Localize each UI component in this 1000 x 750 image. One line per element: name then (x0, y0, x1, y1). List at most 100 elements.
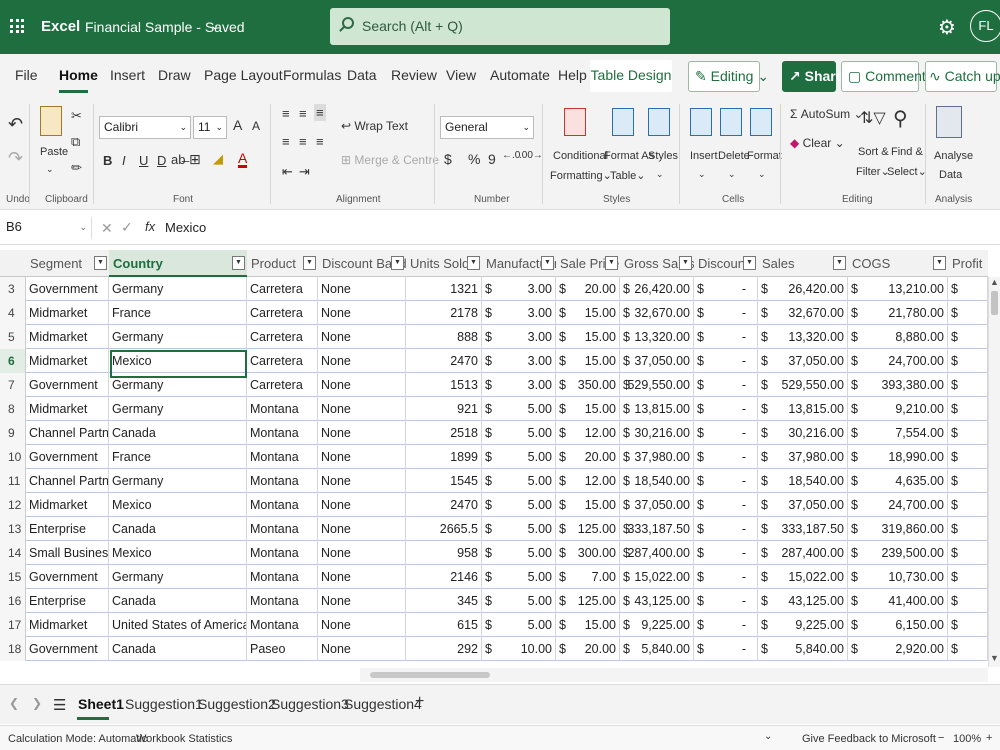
cell-disc[interactable]: $ - (694, 517, 758, 541)
cancel-icon[interactable]: ✕ (101, 220, 113, 237)
wrap-text-button[interactable]: ↩ Wrap Text (341, 119, 408, 133)
cell-product[interactable]: Carretera (247, 373, 318, 397)
scroll-up-icon[interactable]: ▲ (990, 277, 999, 287)
cell-band[interactable]: None (318, 493, 406, 517)
column-header-country[interactable]: Country (109, 250, 247, 277)
decrease-indent-icon[interactable]: ⇤ (282, 164, 293, 180)
cell-price[interactable]: $15.00 (556, 493, 620, 517)
cell-product[interactable]: Montana (247, 517, 318, 541)
cell-disc[interactable]: $ - (694, 277, 758, 301)
bold-button[interactable]: B (103, 153, 112, 168)
cell-price[interactable]: $125.00 (556, 517, 620, 541)
font-color-icon[interactable]: A (238, 151, 248, 168)
styles-chevron-icon[interactable]: ⌄ (656, 169, 664, 180)
format-painter-icon[interactable]: ✏ (71, 160, 82, 176)
cell-disc[interactable]: $ - (694, 541, 758, 565)
cell-styles-icon[interactable] (648, 108, 670, 136)
delete-cells-label[interactable]: Delete (718, 150, 750, 162)
share-button[interactable]: ↗ Share (782, 61, 844, 92)
delete-chevron-icon[interactable]: ⌄ (728, 169, 736, 180)
paste-chevron-icon[interactable]: ⌄ (46, 164, 54, 175)
cell-gross[interactable]: $9,225.00 (620, 613, 694, 637)
align-top-icon[interactable]: ≡ (282, 106, 290, 121)
row-number[interactable]: 3 (0, 277, 26, 301)
cell-band[interactable]: None (318, 373, 406, 397)
cell-mfg[interactable]: $5.00 (482, 469, 556, 493)
tab-automate[interactable]: Automate (490, 67, 550, 83)
tab-page-layout[interactable]: Page Layout (204, 67, 283, 83)
cell-profit[interactable]: $ (948, 469, 988, 493)
copy-icon[interactable]: ⧉ (71, 134, 80, 150)
cell-mfg[interactable]: $3.00 (482, 349, 556, 373)
cell-units[interactable]: 615 (406, 613, 482, 637)
align-right-icon[interactable]: ≡ (316, 134, 324, 149)
cell-sales[interactable]: $287,400.00 (758, 541, 848, 565)
sort-filter-icon[interactable]: ⇅▽ (860, 108, 886, 128)
cell-country[interactable]: France (109, 301, 247, 325)
cell-profit[interactable]: $ (948, 397, 988, 421)
filter-dropdown-icon[interactable]: ▼ (933, 256, 946, 270)
cell-price[interactable]: $20.00 (556, 277, 620, 301)
cell-disc[interactable]: $ - (694, 493, 758, 517)
align-middle-icon[interactable]: ≡ (299, 106, 307, 121)
cell-disc[interactable]: $ - (694, 589, 758, 613)
cell-country[interactable]: Canada (109, 517, 247, 541)
cell-sales[interactable]: $13,320.00 (758, 325, 848, 349)
cell-segment[interactable]: Government (26, 445, 109, 469)
cell-mfg[interactable]: $5.00 (482, 589, 556, 613)
cell-disc[interactable]: $ - (694, 301, 758, 325)
cell-sales[interactable]: $13,815.00 (758, 397, 848, 421)
filter-dropdown-icon[interactable]: ▼ (679, 256, 692, 270)
row-number[interactable]: 5 (0, 325, 26, 349)
cell-price[interactable]: $15.00 (556, 397, 620, 421)
cell-cogs[interactable]: $41,400.00 (848, 589, 948, 613)
cell-sales[interactable]: $37,050.00 (758, 349, 848, 373)
all-sheets-menu-icon[interactable]: ☰ (53, 696, 66, 714)
app-launcher-icon[interactable] (10, 19, 24, 33)
format-chevron-icon[interactable]: ⌄ (758, 169, 766, 180)
cell-band[interactable]: None (318, 541, 406, 565)
insert-cells-icon[interactable] (690, 108, 712, 136)
row-number[interactable]: 6 (0, 349, 26, 373)
cell-cogs[interactable]: $9,210.00 (848, 397, 948, 421)
cell-band[interactable]: None (318, 277, 406, 301)
cell-units[interactable]: 1899 (406, 445, 482, 469)
conditional-formatting-label[interactable]: Conditional (553, 150, 608, 162)
select-label[interactable]: Select⌄ (887, 165, 927, 178)
cell-country[interactable]: Mexico (109, 349, 247, 373)
cell-gross[interactable]: $26,420.00 (620, 277, 694, 301)
cell-segment[interactable]: Midmarket (26, 325, 109, 349)
sort-label[interactable]: Sort & (858, 146, 889, 158)
strikethrough-icon[interactable]: ab̶ (171, 152, 185, 167)
double-underline-button[interactable]: D (157, 153, 166, 168)
cell-cogs[interactable]: $319,860.00 (848, 517, 948, 541)
cell-disc[interactable]: $ - (694, 349, 758, 373)
check-icon[interactable]: ✓ (121, 219, 133, 236)
cell-product[interactable]: Montana (247, 445, 318, 469)
cell-price[interactable]: $15.00 (556, 613, 620, 637)
filter-dropdown-icon[interactable]: ▼ (232, 256, 245, 270)
sheet-tab-suggestion4[interactable]: Suggestion4 (344, 696, 422, 712)
horizontal-scrollbar[interactable] (360, 668, 988, 682)
font-size-select[interactable]: 11 ⌄ (193, 116, 227, 139)
tab-help[interactable]: Help (558, 67, 587, 83)
cell-product[interactable]: Carretera (247, 325, 318, 349)
cell-profit[interactable]: $ (948, 493, 988, 517)
increase-decimal-icon[interactable]: ←.0 (502, 150, 520, 161)
cell-disc[interactable]: $ - (694, 637, 758, 661)
percent-button[interactable]: % (468, 151, 480, 167)
row-number[interactable]: 7 (0, 373, 26, 397)
increase-indent-icon[interactable]: ⇥ (299, 164, 310, 180)
cell-gross[interactable]: $529,550.00 (620, 373, 694, 397)
cell-units[interactable]: 1513 (406, 373, 482, 397)
cell-product[interactable]: Montana (247, 493, 318, 517)
font-name-select[interactable]: Calibri ⌄ (99, 116, 191, 139)
grow-font-button[interactable]: A (233, 117, 242, 133)
data-label[interactable]: Data (939, 169, 962, 181)
cell-profit[interactable]: $ (948, 637, 988, 661)
delete-cells-icon[interactable] (720, 108, 742, 136)
cell-units[interactable]: 2178 (406, 301, 482, 325)
sheet-tab-sheet1[interactable]: Sheet1 (78, 696, 124, 712)
cell-sales[interactable]: $30,216.00 (758, 421, 848, 445)
cell-country[interactable]: Canada (109, 421, 247, 445)
